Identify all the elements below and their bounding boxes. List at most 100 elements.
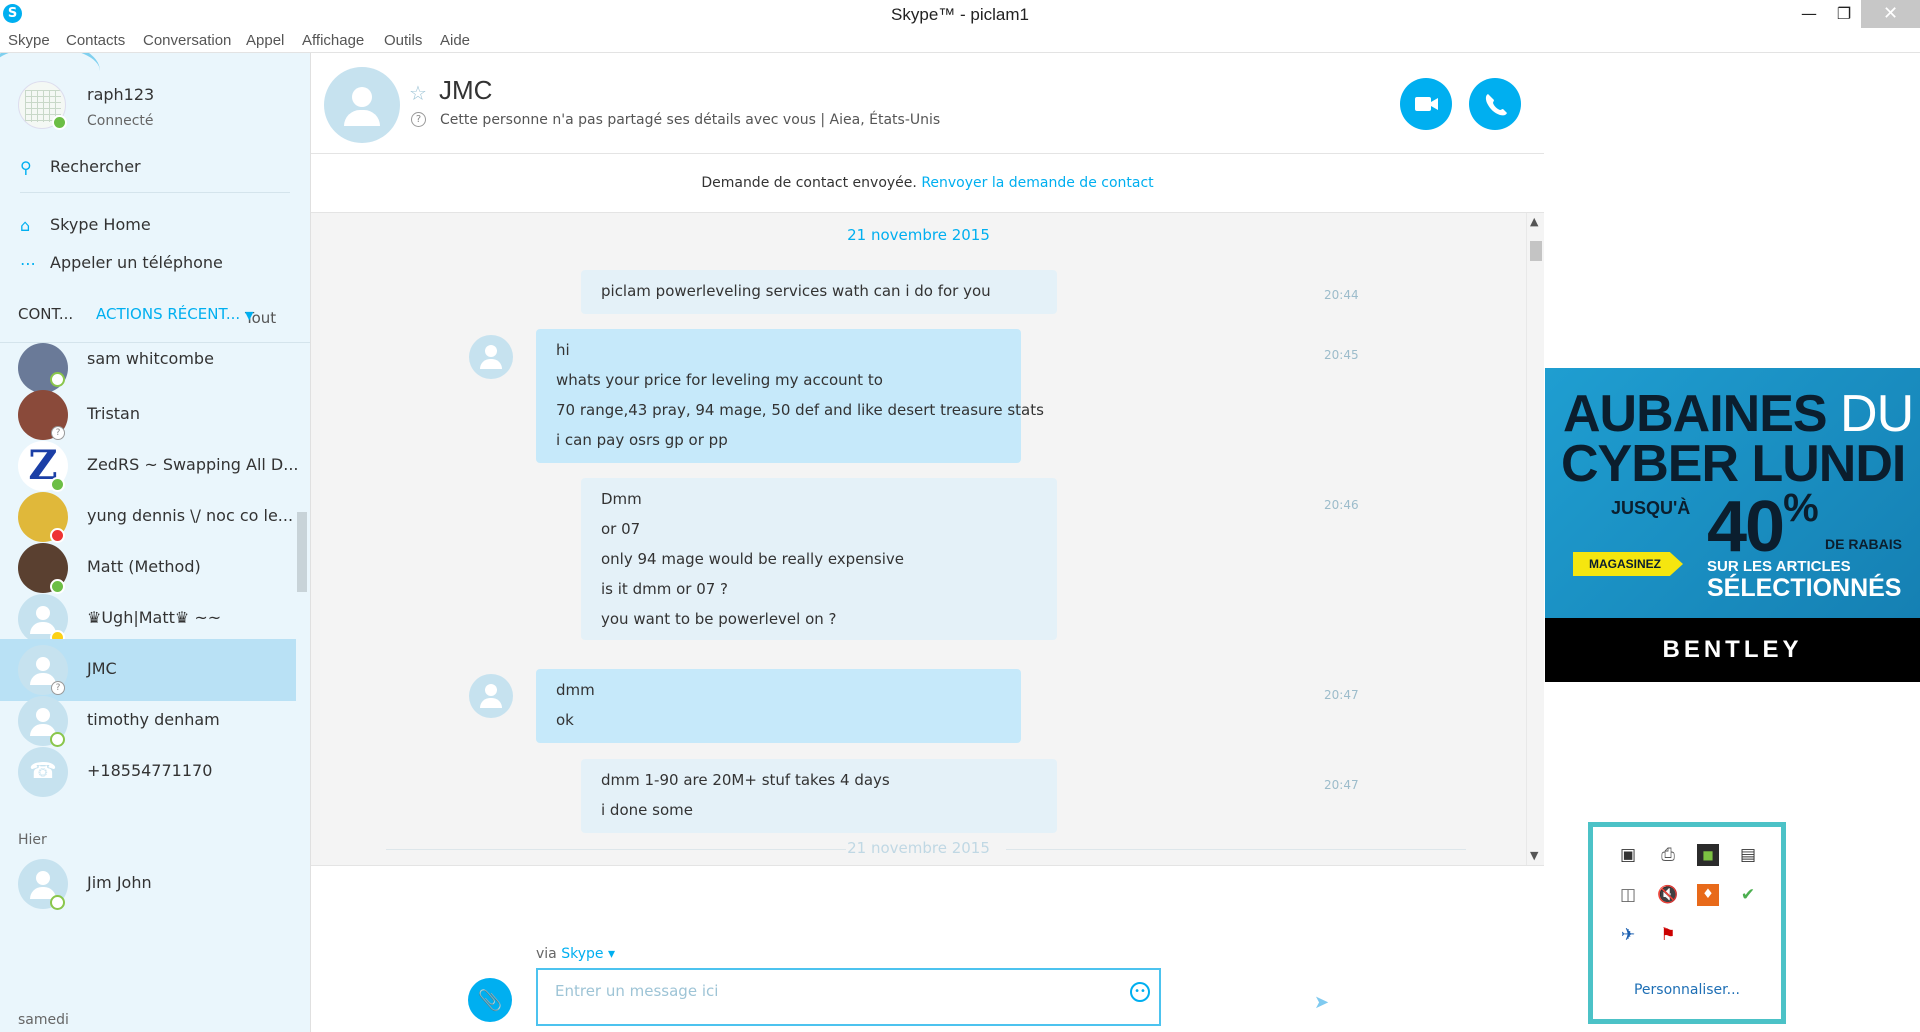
message-line: only 94 mage would be really expensive [601, 550, 905, 568]
contact-name: timothy denham [87, 710, 220, 729]
message-time: 20:47 [1324, 688, 1359, 702]
phone-icon [1485, 94, 1507, 116]
ad-brand: BENTLEY [1545, 618, 1920, 682]
tab-contacts[interactable]: CONT... [18, 305, 73, 323]
message-time: 20:44 [1324, 288, 1359, 302]
message-outgoing[interactable]: Dmm or 07 only 94 mage would be really e… [581, 478, 1057, 640]
divider [20, 192, 290, 193]
message-line: 70 range,43 pray, 94 mage, 50 def and li… [556, 401, 1044, 419]
date-separator: 21 novembre 2015 [847, 839, 990, 857]
message-composer: via Skype ▾ 📎 Entrer un message ici •• ➤ [311, 865, 1544, 1032]
contact-name: +18554771170 [87, 761, 213, 780]
customize-link[interactable]: Personnaliser... [1593, 982, 1781, 998]
flag-error-icon[interactable]: ⚑ [1657, 924, 1679, 946]
system-tray-popup: ▣ ⎙ ■ ▤ ◫ 🔇 ♦ ✔ ✈ ⚑ Personnaliser... [1588, 822, 1786, 1024]
message-time: 20:45 [1324, 348, 1359, 362]
contact-info: Cette personne n'a pas partagé ses détai… [440, 112, 941, 128]
ad-percent: 40% [1707, 486, 1819, 568]
video-icon [1415, 97, 1438, 111]
profile-name[interactable]: raph123 [87, 85, 154, 104]
online-status-icon [52, 115, 67, 130]
volume-muted-icon[interactable]: 🔇 [1657, 884, 1679, 906]
audio-call-button[interactable] [1469, 78, 1521, 130]
message-input[interactable]: Entrer un message ici •• [536, 968, 1161, 1026]
scroll-thumb[interactable] [1530, 241, 1542, 261]
sidebar: raph123 Connecté ⚲ Rechercher ⌂ Skype Ho… [0, 53, 310, 1032]
profile-status[interactable]: Connecté [87, 113, 154, 129]
menu-aide[interactable]: Aide [440, 32, 470, 49]
menu-conversation[interactable]: Conversation [143, 32, 231, 49]
message-line: i can pay osrs gp or pp [556, 431, 728, 449]
menu-contacts[interactable]: Contacts [66, 32, 125, 49]
scroll-down-icon[interactable]: ▼ [1530, 849, 1538, 862]
menu-skype[interactable]: Skype [8, 32, 50, 49]
contact-name: sam whitcombe [87, 349, 214, 368]
contact-name: ♛Ugh|Matt♛ ~~ [87, 608, 222, 627]
network-icon[interactable]: ✈ [1617, 924, 1639, 946]
ad-selected: SÉLECTIONNÉS [1707, 574, 1902, 602]
advertisement-banner[interactable]: AUBAINES DU CYBER LUNDI JUSQU'À 40% DE R… [1545, 368, 1920, 682]
contact-name: Jim John [87, 873, 152, 892]
emoticon-icon[interactable]: •• [1130, 982, 1150, 1002]
message-line: hi [556, 341, 570, 359]
ad-percent-value: 40 [1707, 487, 1785, 567]
contact-item[interactable]: Jim John [0, 853, 296, 915]
away-status-icon [50, 895, 65, 910]
chat-contact-name: JMC [439, 75, 493, 105]
menu-bar: Skype Contacts Conversation Appel Affich… [0, 29, 1920, 53]
send-icon[interactable]: ➤ [1314, 992, 1329, 1013]
message-placeholder: Entrer un message ici [555, 982, 719, 1000]
ad-shop-button[interactable]: MAGASINEZ [1573, 552, 1683, 576]
message-incoming[interactable]: dmm ok [536, 669, 1021, 743]
video-call-button[interactable] [1400, 78, 1452, 130]
message-line: dmm [556, 681, 595, 699]
search-icon: ⚲ [20, 158, 32, 177]
contact-item[interactable]: ☎ +18554771170 [0, 741, 296, 803]
contact-avatar[interactable] [324, 67, 400, 143]
paperclip-icon: 📎 [477, 988, 503, 1012]
tab-recent-actions[interactable]: ACTIONS RÉCENT... [96, 305, 240, 323]
dialpad-icon: ⋯ [20, 254, 36, 273]
contact-request-bar: Demande de contact envoyée. Renvoyer la … [311, 154, 1544, 212]
message-outgoing[interactable]: piclam powerleveling services wath can i… [581, 270, 1057, 314]
sidebar-item-label: Appeler un téléphone [50, 253, 223, 272]
monitor-icon[interactable]: ▣ [1617, 844, 1639, 866]
star-icon[interactable]: ☆ [409, 81, 427, 105]
send-via: via Skype ▾ [536, 946, 615, 962]
ad-discount: DE RABAIS [1825, 536, 1903, 552]
message-line: is it dmm or 07 ? [601, 580, 729, 598]
date-separator: 21 novembre 2015 [847, 226, 990, 244]
ad-upto: JUSQU'À [1611, 498, 1691, 518]
close-button[interactable]: ✕ [1861, 0, 1920, 28]
device-icon[interactable]: ◫ [1617, 884, 1639, 906]
nvidia-icon[interactable]: ■ [1697, 844, 1719, 866]
resend-request-link[interactable]: Renvoyer la demande de contact [921, 175, 1153, 191]
ad-headline-2: CYBER LUNDI [1561, 435, 1906, 493]
contact-name: ZedRS ~ Swapping All D... [87, 455, 299, 474]
via-label: via [536, 946, 557, 962]
app-tray-icon[interactable]: ♦ [1697, 884, 1719, 906]
menu-appel[interactable]: Appel [246, 32, 284, 49]
message-outgoing[interactable]: dmm 1-90 are 20M+ stuf takes 4 days i do… [581, 759, 1057, 833]
attach-button[interactable]: 📎 [468, 978, 512, 1022]
conversation-history: 21 novembre 2015 piclam powerleveling se… [311, 213, 1526, 865]
scroll-up-icon[interactable]: ▲ [1530, 215, 1538, 228]
message-time: 20:46 [1324, 498, 1359, 512]
message-line: ok [556, 711, 574, 729]
message-line: piclam powerleveling services wath can i… [601, 282, 991, 300]
contact-name: Tristan [87, 404, 140, 423]
chat-panel: ☆ JMC ? Cette personne n'a pas partagé s… [310, 53, 1544, 1032]
menu-affichage[interactable]: Affichage [302, 32, 364, 49]
home-icon: ⌂ [20, 216, 31, 235]
sidebar-scrollbar[interactable] [297, 512, 307, 592]
window-title: Skype™ - piclam1 [891, 5, 1029, 24]
message-incoming[interactable]: hi whats your price for leveling my acco… [536, 329, 1044, 463]
printer-icon[interactable]: ⎙ [1657, 844, 1679, 866]
menu-outils[interactable]: Outils [384, 32, 422, 49]
drive-icon[interactable]: ▤ [1737, 844, 1759, 866]
conversation-scrollbar[interactable]: ▲ ▼ [1526, 213, 1544, 865]
via-skype-dropdown[interactable]: Skype ▾ [561, 946, 615, 962]
sync-icon[interactable]: ✔ [1737, 884, 1759, 906]
phone-icon: ☎ [18, 747, 68, 797]
chevron-down-icon: ▼ [245, 309, 254, 322]
